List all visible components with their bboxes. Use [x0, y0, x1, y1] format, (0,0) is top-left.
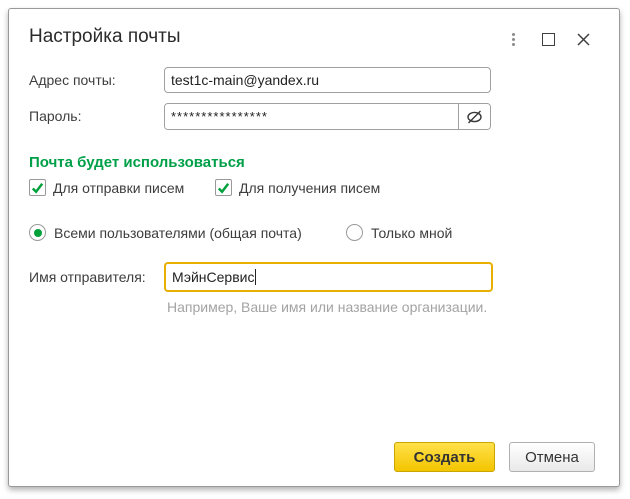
- create-button[interactable]: Создать: [394, 442, 495, 472]
- radio-label: Всеми пользователями (общая почта): [54, 225, 302, 241]
- sender-label: Имя отправителя:: [29, 262, 146, 292]
- radio-label: Только мной: [371, 225, 452, 241]
- checkmark-icon: [216, 180, 231, 196]
- checkbox-send-mail[interactable]: Для отправки писем: [29, 179, 184, 196]
- radio-all-users[interactable]: Всеми пользователями (общая почта): [29, 224, 302, 241]
- cancel-button[interactable]: Отмена: [509, 442, 595, 472]
- usage-group-header: Почта будет использоваться: [29, 154, 245, 171]
- window-controls: [505, 31, 591, 47]
- radio-circle: [346, 224, 363, 241]
- dialog-title: Настройка почты: [29, 26, 181, 48]
- eye-off-icon[interactable]: [458, 104, 490, 129]
- email-input[interactable]: [164, 67, 491, 93]
- checkbox-box: [215, 179, 232, 196]
- close-icon[interactable]: [575, 31, 591, 47]
- checkbox-label: Для получения писем: [239, 180, 380, 196]
- close-glyph: [576, 32, 591, 47]
- text-caret: [255, 269, 256, 285]
- sender-input[interactable]: МэйнСервис: [164, 262, 493, 292]
- checkbox-label: Для отправки писем: [53, 180, 184, 196]
- kebab-menu-icon[interactable]: [505, 31, 521, 47]
- checkmark-icon: [30, 180, 45, 196]
- email-label: Адрес почты:: [29, 67, 116, 93]
- sender-hint: Например, Ваше имя или название организа…: [167, 299, 487, 315]
- radio-circle: [29, 224, 46, 241]
- password-field: [164, 103, 491, 130]
- eye-off-glyph: [465, 108, 484, 126]
- sender-value: МэйнСервис: [172, 269, 254, 285]
- mail-settings-dialog: Настройка почты Адрес почты: Пароль:: [8, 8, 620, 487]
- radio-only-me[interactable]: Только мной: [346, 224, 452, 241]
- checkbox-receive-mail[interactable]: Для получения писем: [215, 179, 380, 196]
- kebab-dots: [512, 33, 515, 46]
- maximize-glyph: [542, 33, 555, 46]
- radio-dot: [34, 229, 42, 237]
- maximize-icon[interactable]: [540, 31, 556, 47]
- checkbox-box: [29, 179, 46, 196]
- password-label: Пароль:: [29, 103, 81, 130]
- password-input[interactable]: [165, 104, 458, 129]
